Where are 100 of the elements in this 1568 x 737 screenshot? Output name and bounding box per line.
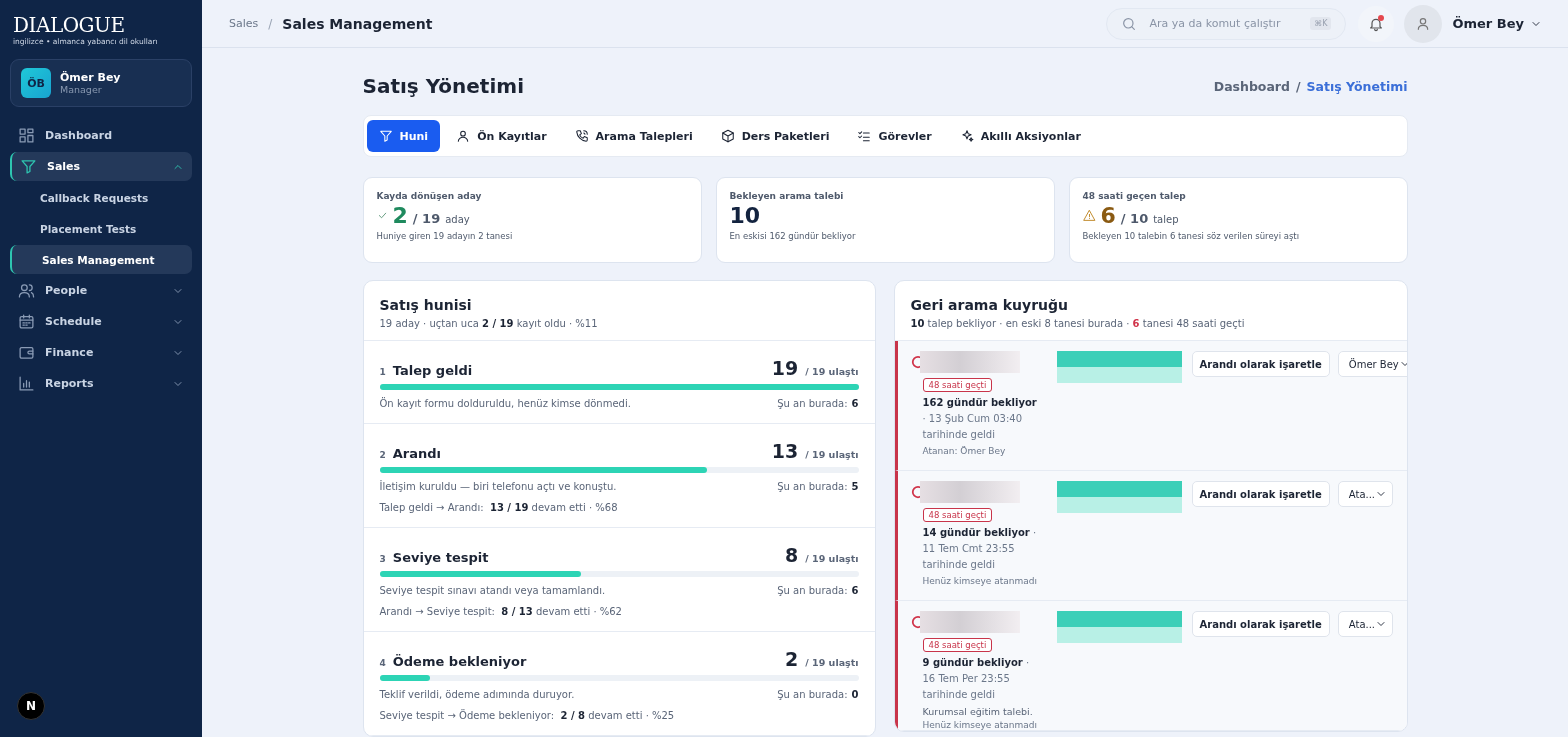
breadcrumb-separator: / — [268, 16, 273, 31]
nav-subitem[interactable]: Sales Management — [10, 245, 192, 274]
stat-unit: talep — [1153, 214, 1179, 225]
user-avatar: ÖB — [21, 68, 51, 98]
waiting-info: 9 gündür bekliyor · 16 Tem Per 23:55 tarihinde geldi — [921, 656, 1031, 702]
stage-description: Teklif verildi, ödeme adımında duruyor. — [379, 689, 575, 700]
stage-conversion: Arandı → Seviye tespit: 8 / 13 devam etti · %62 — [379, 606, 623, 617]
people-icon — [18, 282, 35, 299]
overdue-badge: 48 saati geçti — [922, 378, 993, 392]
stat-value: 10 — [729, 203, 761, 228]
tab[interactable]: Huni — [366, 120, 441, 152]
nav-item[interactable]: Sales — [10, 152, 192, 181]
stage-reach: / 19 ulaştı — [805, 553, 859, 564]
stat-note: Bekleyen 10 talebin 6 tanesi söz verilen süreyi aştı — [1082, 231, 1301, 241]
phone-icon — [574, 129, 589, 143]
assignee-select[interactable]: Ata... — [1337, 611, 1394, 637]
breadcrumb-current: Satış Yönetimi — [1306, 78, 1408, 94]
tab[interactable]: Ders Paketleri — [708, 120, 842, 152]
page-title: Satış Yönetimi — [362, 74, 524, 98]
overdue-badge: 48 saati geçti — [922, 638, 993, 652]
assignee-select[interactable]: Ata... — [1337, 481, 1394, 507]
mark-called-button[interactable]: Arandı olarak işaretle — [1191, 351, 1330, 377]
funnel-summary: 19 aday · uçtan uca 2 / 19 kayıt oldu · %11 — [379, 318, 599, 329]
assignee-select[interactable]: Ömer Bey — [1337, 351, 1407, 377]
stage-count: 19 — [771, 357, 799, 379]
calendar-icon — [18, 313, 35, 330]
sparkle-icon — [959, 129, 974, 143]
stat-value: 2 — [392, 203, 408, 228]
tab[interactable]: Görevler — [845, 120, 944, 152]
grid-icon — [18, 127, 35, 144]
user-role: Manager — [60, 84, 103, 95]
tab[interactable]: Arama Talepleri — [562, 120, 705, 152]
stage-reach: / 19 ulaştı — [805, 657, 859, 668]
search-icon — [1121, 15, 1138, 32]
user-menu[interactable]: Ömer Bey — [1452, 16, 1542, 31]
stage-name: Seviye tespit — [392, 550, 489, 565]
nav-item[interactable]: Reports — [10, 369, 192, 398]
stage-name: Talep geldi — [392, 363, 473, 378]
stat-note: En eskisi 162 gündür bekliyor — [729, 231, 857, 241]
stage-here-label: Şu an burada: — [777, 585, 848, 596]
stage-here-count: 5 — [851, 481, 859, 492]
stage-here-label: Şu an burada: — [777, 398, 848, 409]
stat-note: Huniye giren 19 adayın 2 tanesi — [376, 231, 514, 241]
nav-subitem[interactable]: Callback Requests — [10, 183, 192, 212]
breadcrumb-current: Sales Management — [282, 15, 433, 32]
stage-conversion: Seviye tespit → Ödeme bekleniyor: 2 / 8 devam etti · %25 — [379, 710, 676, 721]
tab[interactable]: Akıllı Aksiyonlar — [947, 120, 1093, 152]
nav-item[interactable]: Dashboard — [10, 121, 192, 150]
assignee-text: Henüz kimseye atanmadı — [921, 720, 1038, 730]
breadcrumb-link[interactable]: Dashboard — [1213, 78, 1290, 94]
mark-called-button[interactable]: Arandı olarak işaretle — [1191, 481, 1330, 507]
stat-label: 48 saati geçen talep — [1082, 191, 1187, 201]
nav-item[interactable]: Schedule — [10, 307, 192, 336]
request-note: Kurumsal eğitim talebi. — [921, 706, 1034, 717]
checklist-icon — [857, 129, 872, 143]
assignee-text: Atanan: Ömer Bey — [921, 446, 1007, 456]
warning-icon — [1082, 209, 1096, 222]
waiting-info: 14 gündür bekliyor · 11 Tem Cmt 23:55 tarihinde geldi — [921, 526, 1038, 572]
dev-badge[interactable]: N — [17, 692, 45, 720]
stage-count: 8 — [785, 544, 799, 566]
stage-reach: / 19 ulaştı — [805, 366, 859, 377]
stat-label: Bekleyen arama talebi — [729, 191, 845, 201]
nav-subitem[interactable]: Placement Tests — [10, 214, 192, 243]
person-icon — [456, 129, 471, 143]
overdue-badge: 48 saati geçti — [922, 508, 993, 522]
queue-summary: 10 talep bekliyor · en eski 8 tanesi burada · 6 tanesi 48 saati geçti — [910, 318, 1246, 329]
filter-icon — [20, 158, 37, 175]
stage-number: 3 — [379, 554, 386, 564]
shortcut-hint: ⌘K — [1310, 17, 1332, 30]
stage-name: Ödeme bekleniyor — [392, 654, 527, 669]
stat-value: 6 — [1100, 203, 1116, 228]
package-icon — [720, 129, 735, 143]
assignee-text: Henüz kimseye atanmadı — [921, 576, 1038, 586]
stat-label: Kayda dönüşen aday — [376, 191, 483, 201]
stage-name: Arandı — [392, 446, 442, 461]
panel-title: Geri arama kuyruğu — [910, 297, 1070, 313]
stage-here-count: 6 — [851, 398, 859, 409]
panel-title: Satış hunisi — [379, 297, 473, 313]
avatar-icon[interactable] — [1404, 4, 1443, 43]
stage-conversion: Talep geldi → Arandı: 13 / 19 devam etti · %68 — [379, 502, 619, 513]
check-icon — [376, 210, 388, 221]
stat-total: / 10 — [1120, 211, 1149, 226]
breadcrumb-link[interactable]: Sales — [229, 17, 259, 30]
logo-wordmark: DIALOGUE — [13, 14, 125, 36]
filter-icon — [378, 129, 393, 143]
nav-item[interactable]: People — [10, 276, 192, 305]
search-field[interactable]: Ara ya da komut çalıştır — [1147, 16, 1301, 31]
stage-reach: / 19 ulaştı — [805, 449, 859, 460]
stage-here-count: 6 — [851, 585, 859, 596]
wallet-icon — [18, 344, 35, 361]
nav-item[interactable]: Finance — [10, 338, 192, 367]
stage-count: 2 — [785, 648, 799, 670]
stage-number: 2 — [379, 450, 386, 460]
user-name: Ömer Bey — [60, 71, 121, 84]
tab[interactable]: Ön Kayıtlar — [444, 120, 559, 152]
stage-description: Ön kayıt formu dolduruldu, henüz kimse dönmedi. — [379, 398, 631, 409]
stage-here-label: Şu an burada: — [777, 689, 848, 700]
stage-number: 4 — [379, 658, 386, 668]
mark-called-button[interactable]: Arandı olarak işaretle — [1191, 611, 1330, 637]
stage-count: 13 — [771, 440, 799, 462]
